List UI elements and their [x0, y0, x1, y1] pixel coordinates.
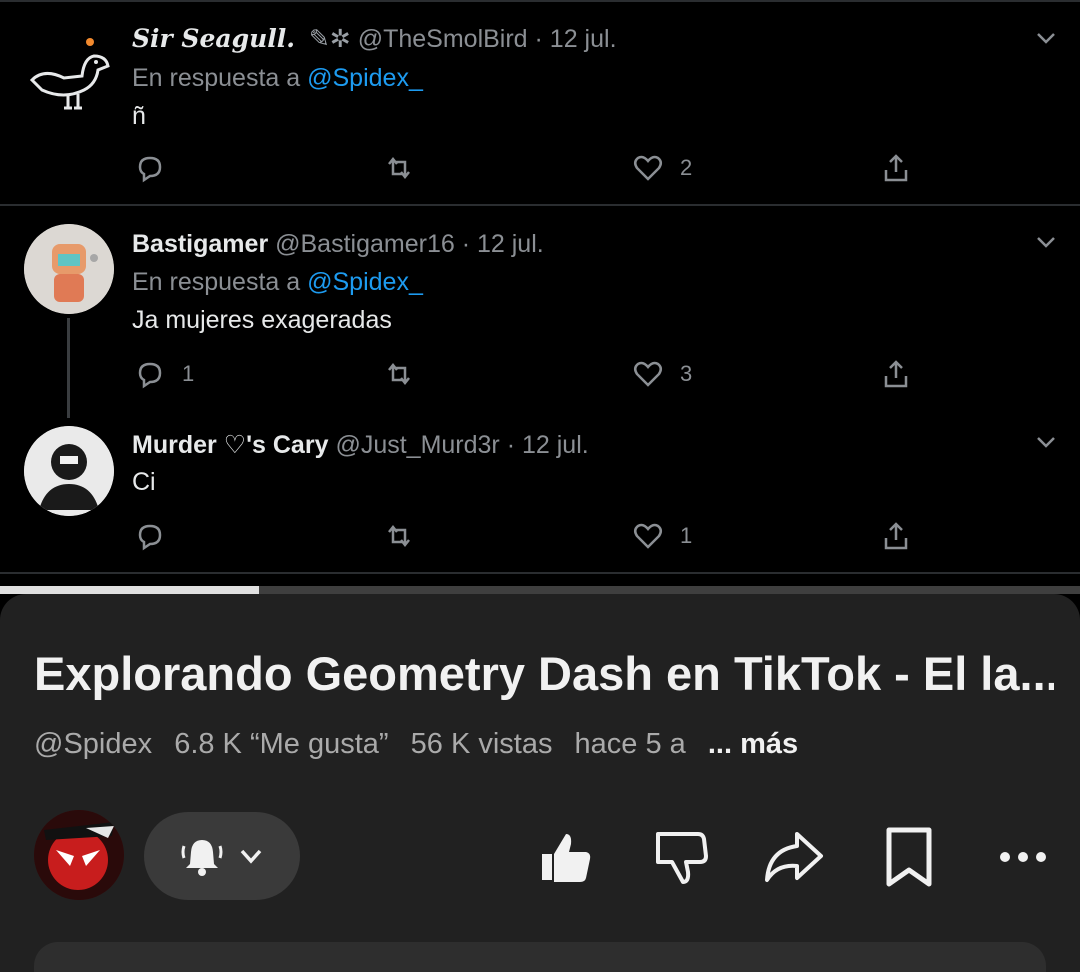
timestamp[interactable]: · 12 jul. — [535, 25, 617, 53]
chevron-down-icon[interactable] — [1030, 426, 1062, 458]
share-arrow-icon — [765, 832, 823, 882]
video-title[interactable]: Explorando Geometry Dash en TikTok - El … — [34, 646, 1054, 701]
retweet-button[interactable] — [383, 520, 431, 552]
retweet-button[interactable] — [383, 358, 431, 390]
heart-icon — [634, 523, 662, 549]
chevron-down-icon[interactable] — [1030, 22, 1062, 54]
retweet-icon — [388, 362, 410, 386]
like-count: 1 — [680, 523, 693, 548]
handle[interactable]: @Bastigamer16 — [275, 230, 455, 258]
tweet-text: ñ — [132, 102, 146, 130]
tweet-header: Sir Seagull. ✎✲ @TheSmolBird · 12 jul. — [132, 24, 617, 54]
reply-count: 1 — [182, 361, 195, 386]
character-avatar-icon — [24, 426, 114, 516]
mention-link[interactable]: @Spidex_ — [307, 64, 423, 92]
video-metadata[interactable]: @Spidex 6.8 K “Me gusta” 56 K vistas hac… — [34, 728, 812, 761]
reply-button[interactable]: 1 — [134, 358, 194, 390]
name-emoji-icon: ✎✲ — [301, 25, 358, 53]
like-count: 3 — [680, 361, 693, 386]
reply-button[interactable] — [134, 520, 182, 552]
share-button[interactable] — [880, 520, 912, 552]
video-progress-fill — [0, 586, 260, 594]
notification-bell-button[interactable] — [144, 812, 300, 900]
share-button[interactable] — [880, 358, 912, 390]
retweet-icon — [388, 156, 410, 180]
handle[interactable]: @TheSmolBird — [358, 25, 528, 53]
tweet-header: Murder ♡'s Cary @Just_Murd3r · 12 jul. — [132, 430, 589, 460]
save-video-button[interactable] — [874, 822, 944, 892]
tweet-header: Bastigamer @Bastigamer16 · 12 jul. — [132, 230, 544, 259]
chevron-down-icon[interactable] — [1030, 226, 1062, 258]
reply-prefix: En respuesta a — [132, 64, 301, 92]
more-link[interactable]: ... más — [708, 728, 798, 760]
chevron-down-icon — [240, 849, 262, 864]
tweet-thread: Sir Seagull. ✎✲ @TheSmolBird · 12 jul. E… — [0, 0, 1080, 590]
channel-avatar[interactable] — [34, 810, 124, 900]
display-name[interactable]: Murder ♡'s Cary — [132, 431, 328, 459]
tweet[interactable]: Murder ♡'s Cary @Just_Murd3r · 12 jul. C… — [0, 410, 1080, 570]
bookmark-icon — [886, 827, 932, 887]
like-button[interactable]: 2 — [632, 152, 692, 184]
reply-button[interactable] — [134, 152, 182, 184]
more-actions-button[interactable] — [988, 822, 1058, 892]
share-icon — [884, 522, 908, 550]
retweet-icon — [388, 524, 410, 548]
display-name[interactable]: Sir Seagull. — [132, 24, 295, 53]
retweet-button[interactable] — [383, 152, 431, 184]
heart-icon — [634, 361, 662, 387]
avatar[interactable] — [24, 224, 114, 314]
share-button[interactable] — [880, 152, 912, 184]
heart-icon — [634, 155, 662, 181]
thumbs-down-icon — [656, 832, 708, 884]
upload-age: hace 5 a — [574, 728, 686, 760]
video-info-panel: Explorando Geometry Dash en TikTok - El … — [0, 594, 1080, 972]
share-video-button[interactable] — [758, 822, 828, 892]
timestamp[interactable]: · 12 jul. — [507, 431, 589, 459]
tweet-text: Ci — [132, 468, 156, 496]
comments-preview[interactable] — [34, 942, 1046, 972]
bell-icon — [181, 840, 223, 876]
thread-connector — [67, 318, 70, 418]
reply-icon — [138, 362, 162, 389]
view-count: 56 K vistas — [410, 728, 553, 760]
like-count: 2 — [680, 155, 693, 180]
like-button[interactable]: 1 — [632, 520, 692, 552]
share-icon — [884, 360, 908, 388]
avatar[interactable] — [24, 426, 114, 516]
handle[interactable]: @Just_Murd3r — [335, 431, 499, 459]
spider-avatar-icon — [34, 810, 124, 900]
tweet[interactable]: Bastigamer @Bastigamer16 · 12 jul. En re… — [0, 206, 1080, 418]
reply-icon — [138, 156, 162, 183]
seagull-avatar-icon — [29, 38, 110, 110]
display-name[interactable]: Bastigamer — [132, 230, 268, 258]
character-avatar-icon — [24, 224, 114, 314]
timestamp[interactable]: · 12 jul. — [462, 230, 544, 258]
divider — [0, 572, 1080, 574]
tweet[interactable]: Sir Seagull. ✎✲ @TheSmolBird · 12 jul. E… — [0, 0, 1080, 204]
reply-prefix: En respuesta a — [132, 268, 301, 296]
like-count-text: 6.8 K “Me gusta” — [174, 728, 389, 760]
more-horizontal-icon — [1000, 852, 1046, 862]
reply-context: En respuesta a @Spidex_ — [132, 64, 423, 93]
mention-link[interactable]: @Spidex_ — [307, 268, 423, 296]
dislike-video-button[interactable] — [646, 822, 716, 892]
thumbs-up-icon — [542, 834, 591, 882]
like-button[interactable]: 3 — [632, 358, 692, 390]
channel-handle[interactable]: @Spidex — [34, 728, 152, 760]
like-video-button[interactable] — [530, 822, 600, 892]
tweet-text: Ja mujeres exageradas — [132, 306, 392, 334]
reply-context: En respuesta a @Spidex_ — [132, 268, 423, 297]
share-icon — [884, 154, 908, 182]
video-progress-bar[interactable] — [0, 586, 1080, 594]
reply-icon — [138, 524, 162, 551]
avatar[interactable] — [24, 28, 114, 118]
